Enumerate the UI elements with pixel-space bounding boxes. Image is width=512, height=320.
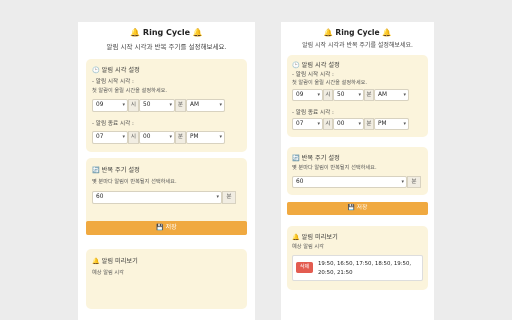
chevron-down-icon: ▾ <box>169 134 172 140</box>
repeat-title: 🔄 반복 주기 설정 <box>92 167 140 174</box>
app-subtitle: 알림 시작 시각과 반복 주기를 설정해보세요. <box>302 42 413 49</box>
start-hour-select[interactable]: 09 ▾ <box>292 89 323 101</box>
chevron-down-icon: ▾ <box>403 92 406 98</box>
preview-times-line1: 19:50, 16:50, 17:50, 18:50, 19:50, <box>318 261 412 267</box>
hour-unit: 시 <box>323 89 333 101</box>
delete-button[interactable]: 삭제 <box>296 262 313 273</box>
start-minute-select[interactable]: 50 ▾ <box>139 99 175 112</box>
app-title: 🔔 Ring Cycle 🔔 <box>323 28 392 37</box>
preview-title: 🔔 알림 미리보기 <box>292 234 338 241</box>
save-button[interactable]: 💾 저장 <box>86 221 247 235</box>
app-card-right: 🔔 Ring Cycle 🔔 알림 시작 시각과 반복 주기를 설정해보세요. … <box>281 22 434 320</box>
preview-times-line2: 20:50, 21:50 <box>318 270 353 276</box>
repeat-hint: 몇 분마다 알림이 반복될지 선택하세요. <box>92 179 177 185</box>
app-title: 🔔 Ring Cycle 🔔 <box>130 28 203 37</box>
repeat-interval-select[interactable]: 60 ▾ <box>292 176 407 188</box>
alarm-time-title: 🕒 알림 시각 설정 <box>92 67 140 74</box>
start-time-hint: 첫 알람이 울릴 시간을 설정하세요. <box>92 88 168 94</box>
end-time-label: - 알림 종료 시각 : <box>292 110 334 116</box>
minute-unit: 분 <box>175 131 186 144</box>
minute-unit: 분 <box>364 118 374 130</box>
minute-unit: 분 <box>364 89 374 101</box>
end-ampm-value: PM <box>190 134 199 140</box>
alarm-time-title: 🕒 알림 시각 설정 <box>292 62 340 69</box>
end-hour-value: 07 <box>96 134 104 140</box>
start-minute-value: 50 <box>337 92 345 98</box>
end-minute-select[interactable]: 00 ▾ <box>139 131 175 144</box>
save-button[interactable]: 💾 저장 <box>287 202 428 215</box>
end-minute-select[interactable]: 00 ▾ <box>333 118 364 130</box>
repeat-interval-value: 60 <box>296 179 304 185</box>
chevron-down-icon: ▾ <box>358 121 361 127</box>
chevron-down-icon: ▾ <box>216 194 219 200</box>
start-minute-select[interactable]: 50 ▾ <box>333 89 364 101</box>
repeat-interval-select[interactable]: 60 ▾ <box>92 191 222 204</box>
repeat-title: 🔄 반복 주기 설정 <box>292 155 340 162</box>
chevron-down-icon: ▾ <box>317 121 320 127</box>
preview-times-box: 삭제 19:50, 16:50, 17:50, 18:50, 19:50, 20… <box>292 255 423 281</box>
start-hour-value: 09 <box>96 102 104 108</box>
chevron-down-icon: ▾ <box>219 102 222 108</box>
start-ampm-value: AM <box>190 102 199 108</box>
alarm-time-section: 🕒 알림 시각 설정 - 알림 시작 시각 : 첫 알람이 울릴 시간을 설정하… <box>287 55 428 137</box>
preview-section: 🔔 알림 미리보기 예상 알림 시각 삭제 19:50, 16:50, 17:5… <box>287 226 428 290</box>
app-card-left: 🔔 Ring Cycle 🔔 알림 시작 시각과 반복 주기를 설정해보세요. … <box>78 22 255 320</box>
repeat-section: 🔄 반복 주기 설정 몇 분마다 알림이 반복될지 선택하세요. 60 ▾ 분 <box>287 147 428 195</box>
repeat-hint: 몇 분마다 알림이 반복될지 선택하세요. <box>292 165 377 171</box>
preview-title: 🔔 알림 미리보기 <box>92 258 138 265</box>
chevron-down-icon: ▾ <box>219 134 222 140</box>
chevron-down-icon: ▾ <box>401 179 404 185</box>
chevron-down-icon: ▾ <box>169 102 172 108</box>
start-time-label: - 알림 시작 시각 : <box>92 79 134 85</box>
app-subtitle: 알림 시작 시각과 반복 주기를 설정해보세요. <box>106 43 227 51</box>
start-minute-value: 50 <box>143 102 151 108</box>
preview-section: 🔔 알림 미리보기 예상 알림 시각 <box>86 249 247 309</box>
repeat-interval-value: 60 <box>96 194 104 200</box>
hour-unit: 시 <box>128 99 139 112</box>
preview-label: 예상 알림 시각 <box>92 270 124 276</box>
end-hour-select[interactable]: 07 ▾ <box>292 118 323 130</box>
repeat-unit: 분 <box>407 176 421 188</box>
start-time-hint: 첫 알람이 울릴 시간을 설정하세요. <box>292 80 368 86</box>
start-time-label: - 알림 시작 시각 : <box>292 72 334 78</box>
start-ampm-value: AM <box>378 92 387 98</box>
start-hour-value: 09 <box>296 92 304 98</box>
end-time-label: - 알림 종료 시각 : <box>92 121 134 127</box>
chevron-down-icon: ▾ <box>122 134 125 140</box>
preview-label: 예상 알림 시각 <box>292 244 324 250</box>
repeat-unit: 분 <box>222 191 236 204</box>
end-ampm-value: PM <box>378 121 387 127</box>
start-ampm-select[interactable]: AM ▾ <box>186 99 225 112</box>
start-hour-select[interactable]: 09 ▾ <box>92 99 128 112</box>
end-minute-value: 00 <box>337 121 345 127</box>
alarm-time-section: 🕒 알림 시각 설정 - 알림 시작 시각 : 첫 알람이 울릴 시간을 설정하… <box>86 59 247 152</box>
chevron-down-icon: ▾ <box>122 102 125 108</box>
chevron-down-icon: ▾ <box>403 121 406 127</box>
chevron-down-icon: ▾ <box>317 92 320 98</box>
hour-unit: 시 <box>128 131 139 144</box>
end-ampm-select[interactable]: PM ▾ <box>374 118 409 130</box>
end-hour-value: 07 <box>296 121 304 127</box>
end-minute-value: 00 <box>143 134 151 140</box>
chevron-down-icon: ▾ <box>358 92 361 98</box>
start-ampm-select[interactable]: AM ▾ <box>374 89 409 101</box>
minute-unit: 분 <box>175 99 186 112</box>
hour-unit: 시 <box>323 118 333 130</box>
end-hour-select[interactable]: 07 ▾ <box>92 131 128 144</box>
end-ampm-select[interactable]: PM ▾ <box>186 131 225 144</box>
